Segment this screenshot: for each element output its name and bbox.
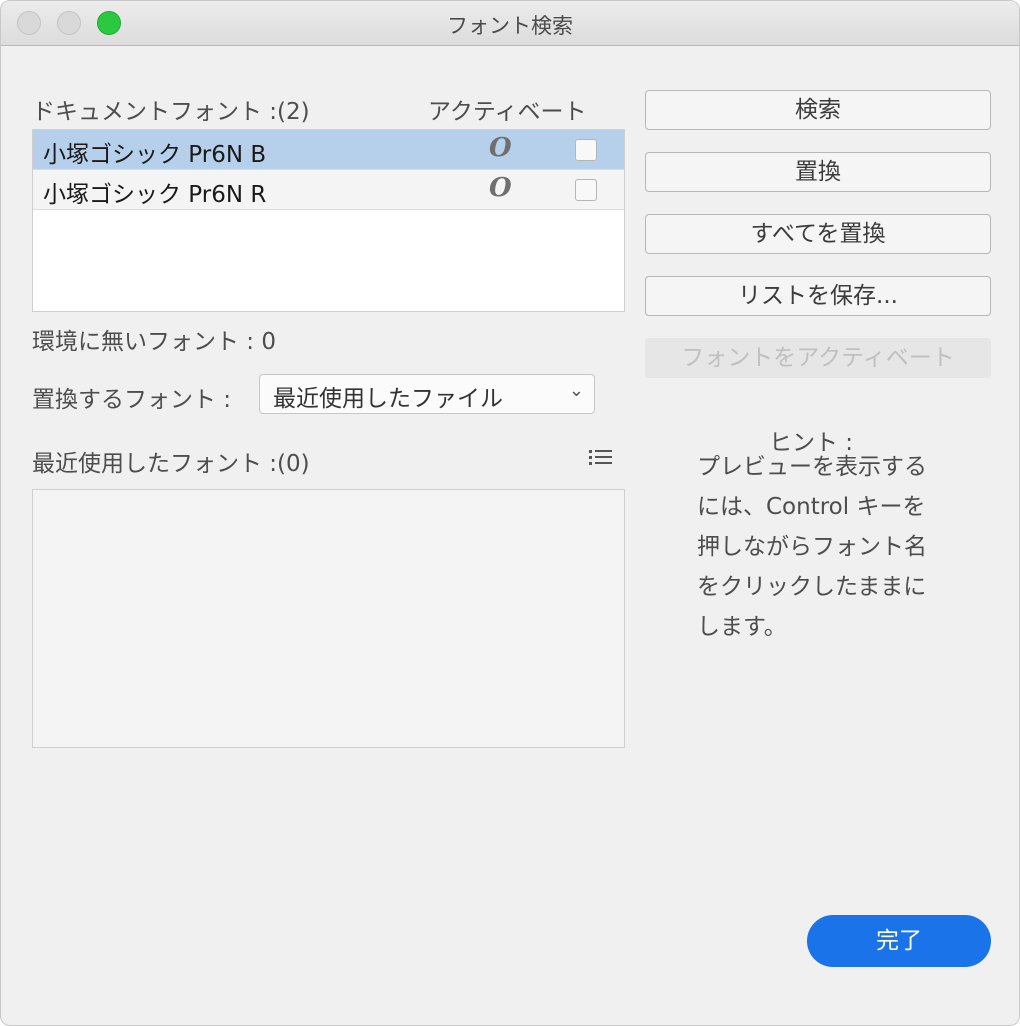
opentype-font-icon: O [489,133,512,163]
replace-button[interactable]: 置換 [645,152,991,192]
find-button[interactable]: 検索 [645,90,991,130]
font-row[interactable]: 小塚ゴシック Pr6N R O [33,170,624,210]
activate-column-header: アクティベート [428,99,587,125]
save-list-button[interactable]: リストを保存... [645,276,991,316]
replace-all-button[interactable]: すべてを置換 [645,214,991,254]
done-button[interactable]: 完了 [807,915,991,967]
activate-checkbox[interactable] [575,179,597,201]
hint-text: プレビューを表示するには、Control キーを押しながらフォント名をクリックし… [697,454,927,640]
document-fonts-header: ドキュメントフォント :(2) [32,99,310,125]
recent-fonts-header: 最近使用したフォント :(0) [32,451,310,477]
replace-font-select[interactable]: 最近使用したファイル ⌄ [259,374,595,414]
font-row[interactable]: 小塚ゴシック Pr6N B O [33,130,624,170]
window-title: フォント検索 [447,14,573,38]
opentype-font-icon: O [489,173,512,203]
font-name: 小塚ゴシック Pr6N B [43,142,267,168]
list-view-icon[interactable] [589,449,613,467]
missing-fonts-label: 環境に無いフォント : 0 [32,329,277,355]
font-find-dialog: フォント検索 ドキュメントフォント :(2) アクティベート 小塚ゴシック Pr… [0,0,1020,1026]
activate-fonts-button[interactable]: フォントをアクティベート [645,338,991,378]
chevron-down-icon: ⌄ [568,380,584,401]
recent-fonts-list[interactable] [32,489,625,748]
document-fonts-list[interactable]: 小塚ゴシック Pr6N B O 小塚ゴシック Pr6N R O [32,129,625,312]
font-name: 小塚ゴシック Pr6N R [43,182,267,208]
replace-font-label: 置換するフォント : [32,387,232,413]
replace-font-selected-value: 最近使用したファイル [273,386,503,412]
titlebar: フォント検索 [1,1,1019,46]
activate-checkbox[interactable] [575,139,597,161]
